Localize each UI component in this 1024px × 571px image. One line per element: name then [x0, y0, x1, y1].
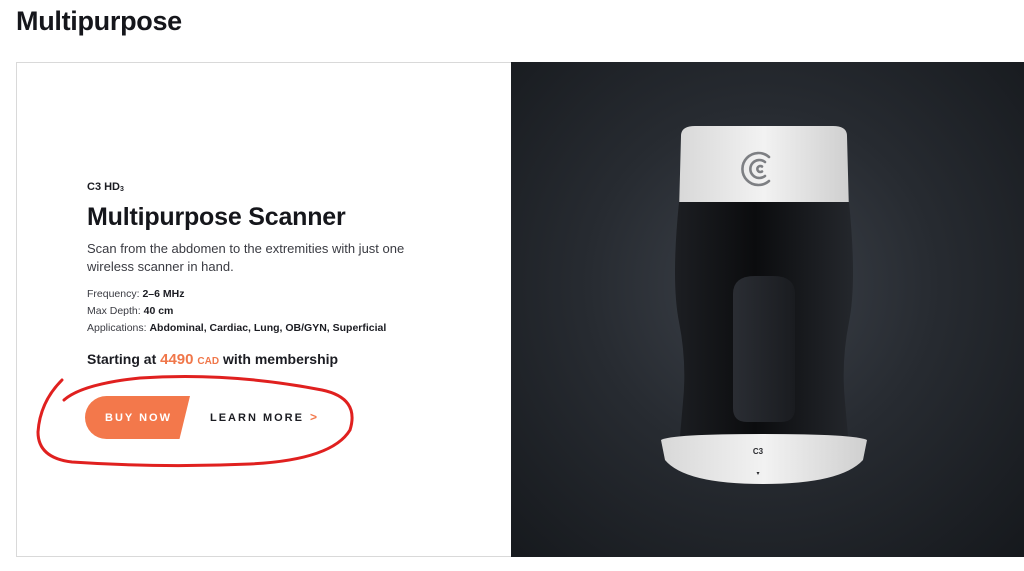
scanner-illustration: C3 ▾	[661, 126, 867, 484]
product-description: Scan from the abdomen to the extremities…	[87, 241, 405, 274]
scanner-top-cap	[679, 126, 849, 212]
page-heading: Multipurpose	[16, 6, 182, 36]
product-info: C3 HD3 Multipurpose Scanner Scan from th…	[87, 181, 487, 368]
spec-applications: Applications: Abdominal, Cardiac, Lung, …	[87, 322, 387, 334]
buy-now-button[interactable]: BUY NOW	[85, 396, 190, 439]
learn-more-link[interactable]: LEARN MORE >	[210, 410, 317, 424]
scanner-grip	[733, 276, 795, 422]
device-indicator-icon: ▾	[756, 471, 759, 477]
spec-frequency: Frequency: 2–6 MHz	[87, 288, 185, 300]
product-title: Multipurpose Scanner	[87, 203, 346, 231]
device-model-label: C3	[753, 447, 764, 456]
product-image: C3 ▾	[511, 62, 1024, 557]
price-amount: 4490	[160, 351, 194, 368]
price-currency: CAD	[197, 356, 220, 367]
price-line: Starting at 4490 CAD with membership	[87, 351, 339, 368]
spec-list: Frequency: 2–6 MHz Max Depth: 40 cm Appl…	[87, 286, 487, 337]
chevron-right-icon: >	[309, 410, 317, 424]
spec-max-depth: Max Depth: 40 cm	[87, 305, 174, 317]
learn-more-label: LEARN MORE	[210, 412, 304, 424]
scanner-bottom-cap	[661, 434, 867, 484]
product-model: C3 HD3	[87, 181, 124, 193]
